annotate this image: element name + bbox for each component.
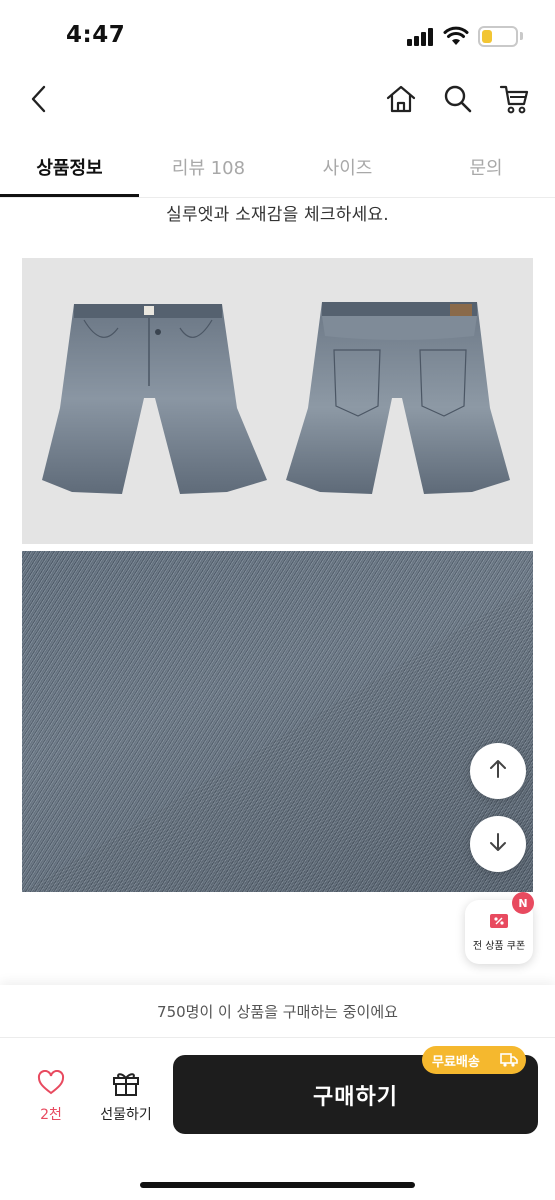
arrow-up-icon (487, 758, 509, 784)
product-tabs: 상품정보 리뷰 108 사이즈 문의 (0, 138, 555, 198)
app-header (0, 70, 555, 130)
status-time: 4:47 (66, 22, 126, 48)
coupon-new-badge: N (512, 892, 534, 914)
fabric-closeup-image (22, 551, 533, 892)
tab-size[interactable]: 사이즈 (278, 138, 417, 196)
free-shipping-label: 무료배송 (432, 1054, 480, 1070)
scroll-down-button[interactable] (470, 816, 526, 872)
arrow-down-icon (487, 831, 509, 857)
detail-caption: 실루엣과 소재감을 체크하세요. (166, 205, 389, 225)
like-count: 2천 (40, 1107, 62, 1123)
shorts-back-image (286, 302, 510, 494)
battery-nub (520, 32, 523, 40)
free-shipping-badge: 무료배송 (422, 1046, 526, 1074)
battery-level (482, 30, 492, 43)
fabric-fold (22, 585, 533, 892)
gift-label: 선물하기 (100, 1107, 152, 1123)
tab-reviews[interactable]: 리뷰 108 (139, 138, 278, 196)
wifi-icon (443, 25, 469, 47)
coupon-label: 전 상품 쿠폰 (472, 941, 526, 952)
battery-icon (478, 26, 518, 47)
bottom-divider (0, 1037, 555, 1038)
coupon-icon (489, 911, 509, 935)
home-indicator (140, 1182, 415, 1188)
status-bar: 4:47 (0, 0, 555, 70)
purchase-activity-note: 750명이 이 상품을 구매하는 중이에요 (157, 1003, 398, 1021)
cellular-signal-icon (407, 28, 435, 46)
chevron-left-icon[interactable] (22, 82, 56, 116)
cart-icon[interactable] (497, 82, 531, 116)
tab-inquiry[interactable]: 문의 (417, 138, 555, 196)
shorts-front-image (42, 304, 267, 494)
truck-icon (500, 1052, 518, 1072)
scroll-up-button[interactable] (470, 743, 526, 799)
search-icon[interactable] (441, 82, 475, 116)
tab-product-info[interactable]: 상품정보 (0, 138, 139, 196)
tab-active-indicator (0, 194, 139, 197)
like-button[interactable]: 2천 (20, 1068, 82, 1128)
product-photo-shorts (22, 258, 533, 544)
heart-icon (37, 1069, 65, 1100)
home-icon[interactable] (384, 82, 418, 116)
gift-icon (111, 1068, 141, 1102)
gift-button[interactable]: 선물하기 (88, 1068, 164, 1128)
